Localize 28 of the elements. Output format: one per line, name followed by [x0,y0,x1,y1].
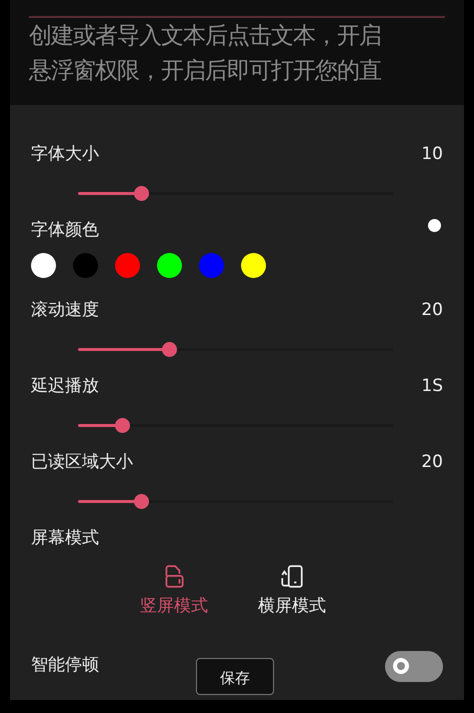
slider-thumb[interactable] [115,418,130,432]
instruction-text: 创建或者导入文本后点击文本，开启 [29,22,382,51]
setting-label: 延迟播放 [31,375,99,398]
color-swatch[interactable] [157,253,182,278]
setting-label: 滚动速度 [31,299,99,322]
setting-value: 10 [421,143,443,166]
screen-mode-option[interactable]: 竖屏模式 [140,564,208,620]
slider-thumb[interactable] [162,342,178,356]
color-swatch[interactable] [73,253,98,278]
setting-label: 字体颜色 [31,219,99,242]
save-button[interactable]: 保存 [196,658,274,695]
color-swatch[interactable] [241,253,266,278]
color-swatch[interactable] [31,253,56,278]
setting-label: 已读区域大小 [31,451,133,474]
color-swatch[interactable] [199,253,224,278]
setting-label: 屏幕模式 [31,527,99,550]
rotate-screen-icon [279,564,305,590]
setting-label: 智能停顿 [31,654,99,678]
toggle-switch[interactable] [385,650,443,682]
slider-thumb[interactable] [134,186,149,200]
color-swatch[interactable] [115,253,140,278]
setting-value: 20 [421,451,443,474]
setting-value: 1S [421,375,443,398]
screen-mode-option[interactable]: 横屏模式 [258,564,326,620]
setting-label: 字体大小 [31,143,99,166]
instruction-text: 悬浮窗权限，开启后即可打开您的直 [29,57,382,86]
slider-thumb[interactable] [134,494,149,508]
setting-value: 20 [421,299,443,322]
